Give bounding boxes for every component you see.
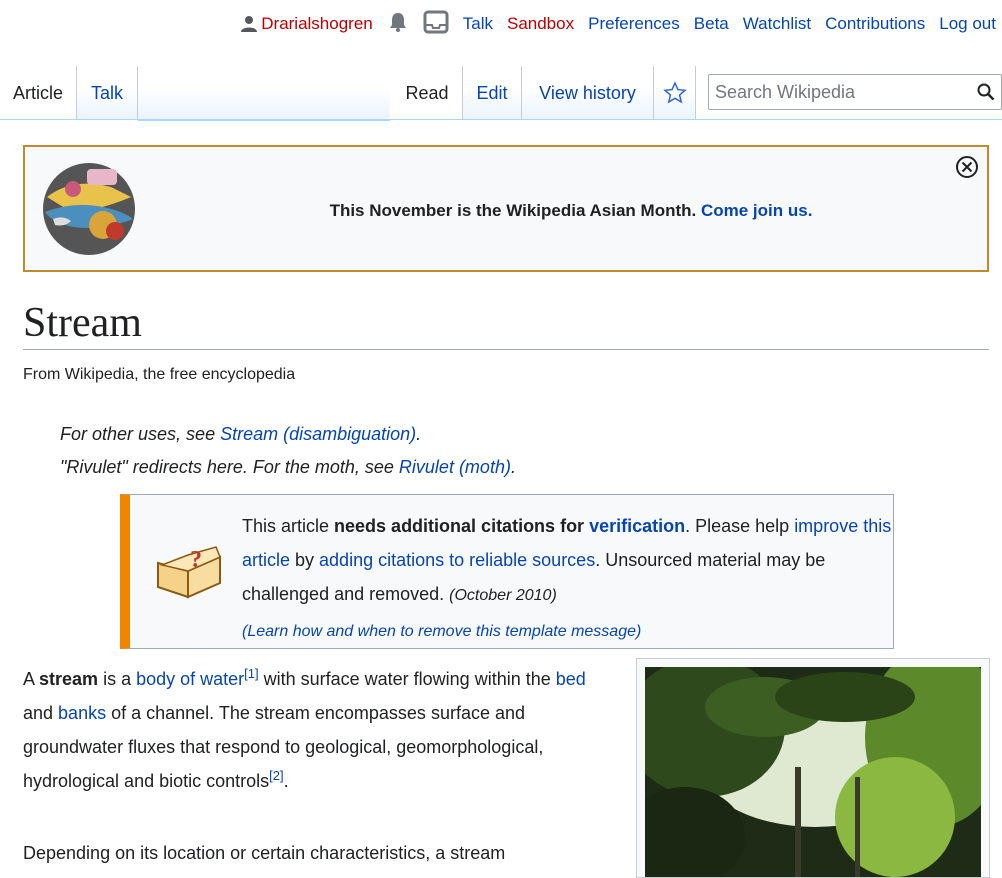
tab-read-label: Read [405,82,449,103]
tab-article[interactable]: Article [0,66,76,120]
preferences-link[interactable]: Preferences [588,14,680,34]
tab-view-history[interactable]: View history [522,66,654,120]
hatnote-other-uses: For other uses, see Stream (disambiguati… [60,424,421,445]
notifications-bell-icon[interactable] [387,11,409,38]
watch-star-button[interactable] [654,66,696,120]
tab-read[interactable]: Read [392,66,462,120]
tabs-divider [0,119,1002,120]
central-notice-banner: This November is the Wikipedia Asian Mon… [23,145,989,272]
search-icon[interactable] [971,83,1001,101]
infobox-thumbnail [636,658,990,878]
tab-bar-spacer [138,66,390,121]
intro-paragraph: A stream is a body of water[1] with surf… [23,662,613,798]
hatnote-text: For other uses, see [60,424,221,444]
search-input[interactable] [709,80,971,104]
adding-citations-link[interactable]: adding citations to reliable sources [319,550,595,570]
notice-segment: . Please help [685,516,795,536]
tab-view-history-label: View history [539,82,636,103]
username-link[interactable]: Drarialshogren [261,14,373,34]
body-of-water-link[interactable]: body of water [136,669,244,689]
banner-text: This November is the Wikipedia Asian Mon… [329,201,697,220]
contributions-link[interactable]: Contributions [825,14,925,34]
svg-text:?: ? [190,547,202,573]
hatnote-text: . [416,424,422,444]
banks-link[interactable]: banks [58,703,106,723]
text-segment: is a [98,669,137,689]
text-segment: . [283,771,289,791]
verification-link[interactable]: verification [589,516,685,536]
talk-link[interactable]: Talk [463,14,493,34]
hatnote-text: . [510,457,516,477]
personal-tools: Drarialshogren Talk Sandbox Preferences … [226,10,996,39]
tab-edit[interactable]: Edit [462,66,522,120]
search-box [708,74,1002,110]
rivulet-moth-link[interactable]: Rivulet (moth) [399,457,511,477]
learn-remove-template-link[interactable]: (Learn how and when to remove this templ… [242,623,641,640]
bed-link[interactable]: bed [556,669,586,689]
star-icon [662,81,687,104]
question-book-icon: ? [154,541,224,606]
tab-talk[interactable]: Talk [76,66,138,120]
banner-join-link[interactable]: Come join us. [701,201,812,220]
logout-link[interactable]: Log out [939,14,996,34]
text-segment: and [23,703,59,723]
notice-segment: This article [242,516,335,536]
notice-text: This article needs additional citations … [242,509,892,649]
hatnote-redirect: "Rivulet" redirects here. For the moth, … [60,457,516,478]
text-segment: A [23,669,40,689]
tab-edit-label: Edit [476,82,508,103]
page-title: Stream [23,296,989,350]
tab-talk-label: Talk [90,82,123,103]
notice-segment: by [290,550,320,570]
stream-photo[interactable] [645,667,981,877]
site-tagline: From Wikipedia, the free encyclopedia [23,366,296,383]
beta-link[interactable]: Beta [694,14,729,34]
user-icon [241,16,258,32]
watchlist-link[interactable]: Watchlist [743,14,811,34]
reference-2-link[interactable]: [2] [269,768,283,783]
banner-message: This November is the Wikipedia Asian Mon… [25,201,987,221]
notice-bold: needs additional citations for [334,516,590,536]
user-menu[interactable]: Drarialshogren [240,14,373,34]
hatnote-text: "Rivulet" redirects here. For the moth, … [60,457,399,477]
reference-1-link[interactable]: [1] [244,666,258,681]
sandbox-link[interactable]: Sandbox [507,14,574,34]
citation-needed-notice: ? This article needs additional citation… [120,494,894,649]
tab-article-label: Article [12,82,63,103]
notice-date: (October 2010) [449,587,557,604]
notifications-tray-icon[interactable] [423,10,449,39]
subject-term: stream [39,669,99,689]
disambiguation-link[interactable]: Stream (disambiguation) [220,424,416,444]
close-icon[interactable] [955,155,979,184]
second-paragraph: Depending on its location or certain cha… [23,843,506,863]
text-segment: with surface water flowing within the [258,669,556,689]
